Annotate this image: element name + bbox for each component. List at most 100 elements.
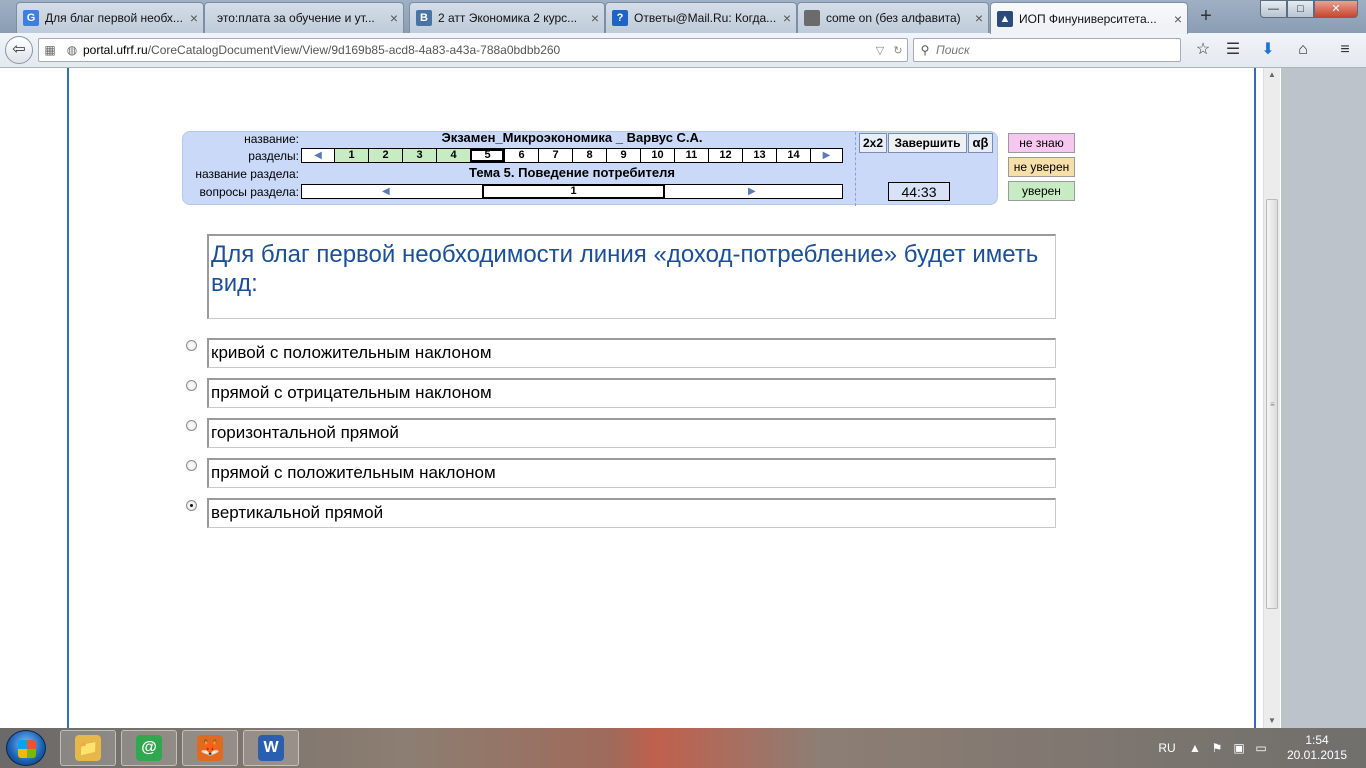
taskbar-app-explorer[interactable]: 📁 (60, 730, 116, 766)
section-button[interactable]: 12 (708, 149, 742, 162)
label-name: название: (244, 132, 299, 146)
sections-next-arrow-icon[interactable]: ▶ (810, 149, 842, 162)
language-indicator[interactable]: RU (1150, 741, 1184, 755)
browser-tab-strip: G Для благ первой необх... × это:плата за о… (0, 0, 1366, 34)
start-button[interactable] (6, 730, 46, 766)
answer-option[interactable]: горизонтальной прямой (207, 418, 1056, 448)
exam-timer: 44:33 (888, 182, 950, 201)
search-icon: ⚲ (920, 43, 930, 57)
url-text[interactable]: portal.ufrf.ru/CoreCatalogDocumentView/V… (83, 43, 871, 57)
clock-time: 1:54 (1305, 733, 1329, 747)
taskbar-app-firefox[interactable]: 🦊 (182, 730, 238, 766)
home-icon[interactable]: ⌂ (1292, 40, 1314, 60)
network-icon[interactable]: ⚑ (1206, 741, 1228, 755)
bookmark-star-icon[interactable]: ☆ (1192, 40, 1214, 60)
reading-list-icon[interactable]: ☰ (1222, 40, 1244, 60)
answer-radio[interactable] (186, 340, 197, 351)
browser-tab[interactable]: ? Ответы@Mail.Ru: Когда... × (605, 2, 797, 33)
dont-know-button[interactable]: не знаю (1008, 133, 1075, 153)
symbols-button[interactable]: αβ (968, 133, 993, 153)
browser-tab[interactable]: G Для благ первой необх... × (16, 2, 204, 33)
section-button[interactable]: 14 (776, 149, 810, 162)
bookmarks-sidebar-icon[interactable]: ▦ (39, 43, 61, 57)
back-arrow-icon: ⇦ (12, 41, 26, 58)
question-next-arrow-icon[interactable]: ▶ (748, 185, 756, 198)
tray-expand-icon[interactable]: ▲ (1184, 741, 1206, 755)
section-button[interactable]: 1 (334, 149, 368, 162)
browser-tab[interactable]: come on (без алфавита) × (797, 2, 989, 33)
tab-favicon-icon: B (416, 10, 432, 26)
section-button[interactable]: 6 (504, 149, 538, 162)
section-button[interactable]: 11 (674, 149, 708, 162)
calculator-button[interactable]: 2x2 (859, 133, 887, 153)
download-icon[interactable]: ⬇ (1257, 40, 1279, 60)
taskbar-app-word[interactable]: W (243, 730, 299, 766)
tab-title: ИОП Финуниверситета... (1019, 11, 1157, 26)
tab-close-icon[interactable]: × (778, 10, 796, 26)
answer-option[interactable]: прямой с положительным наклоном (207, 458, 1056, 488)
current-question-number[interactable]: 1 (482, 184, 665, 199)
window-background (1281, 68, 1366, 728)
tab-close-icon[interactable]: × (185, 10, 203, 26)
page-viewport: название: Экзамен_Микроэкономика _ Варву… (0, 68, 1366, 728)
browser-tab[interactable]: B 2 атт Экономика 2 курс... × (409, 2, 605, 33)
clock-date: 20.01.2015 (1286, 748, 1348, 762)
globe-icon: ◍ (66, 43, 78, 57)
question-prev-arrow-icon[interactable]: ◀ (382, 185, 390, 198)
tab-close-icon[interactable]: × (385, 10, 403, 26)
url-bar[interactable]: ▦ ◍ portal.ufrf.ru/CoreCatalogDocumentVi… (38, 38, 908, 62)
section-button[interactable]: 8 (572, 149, 606, 162)
tab-favicon-icon: ? (612, 10, 628, 26)
volume-icon[interactable]: ▭ (1250, 741, 1272, 755)
unsure-button[interactable]: не уверен (1008, 157, 1075, 177)
finish-button[interactable]: Завершить (888, 133, 967, 153)
answer-option[interactable]: вертикальной прямой (207, 498, 1056, 528)
action-center-icon[interactable]: ▣ (1228, 741, 1250, 755)
dropdown-arrow-icon[interactable]: ▽ (871, 44, 889, 57)
browser-tab[interactable]: это:плата за обучение и ут... × (204, 2, 404, 33)
menu-icon[interactable]: ≡ (1334, 40, 1356, 60)
section-button[interactable]: 2 (368, 149, 402, 162)
tab-close-icon[interactable]: × (1169, 11, 1187, 27)
tab-title: come on (без алфавита) (826, 11, 961, 25)
tab-title: это:плата за обучение и ут... (217, 11, 375, 25)
answer-radio[interactable] (186, 460, 197, 471)
system-clock[interactable]: 1:54 20.01.2015 (1280, 733, 1354, 763)
exam-title: Экзамен_Микроэкономика _ Варвус С.А. (441, 130, 703, 145)
header-divider (855, 132, 856, 206)
section-button[interactable]: 9 (606, 149, 640, 162)
taskbar-app-mail-agent[interactable]: @ (121, 730, 177, 766)
reload-icon[interactable]: ↻ (889, 44, 907, 57)
section-button[interactable]: 13 (742, 149, 776, 162)
section-questions-bar: ◀ 1 ▶ (301, 184, 843, 199)
answer-option[interactable]: прямой с отрицательным наклоном (207, 378, 1056, 408)
answer-option[interactable]: кривой с положительным наклоном (207, 338, 1056, 368)
section-button[interactable]: 3 (402, 149, 436, 162)
tab-close-icon[interactable]: × (586, 10, 604, 26)
sure-button[interactable]: уверен (1008, 181, 1075, 201)
scroll-down-arrow-icon[interactable]: ▼ (1264, 714, 1280, 728)
search-bar[interactable]: ⚲ Поиск (913, 38, 1181, 62)
tab-close-icon[interactable]: × (970, 10, 988, 26)
section-button[interactable]: 7 (538, 149, 572, 162)
minimize-button[interactable]: — (1260, 0, 1287, 18)
maximize-button[interactable]: □ (1287, 0, 1314, 18)
tab-favicon-icon (804, 10, 820, 26)
close-window-button[interactable]: ✕ (1314, 0, 1358, 18)
answer-radio[interactable] (186, 380, 197, 391)
url-host: portal.ufrf.ru (83, 43, 148, 57)
answer-radio[interactable] (186, 420, 197, 431)
answer-radio[interactable] (186, 500, 197, 511)
browser-tab[interactable]: ▲ ИОП Финуниверситета... × (990, 2, 1188, 34)
sections-prev-arrow-icon[interactable]: ◀ (302, 149, 334, 162)
section-button[interactable]: 4 (436, 149, 470, 162)
vertical-scrollbar[interactable]: ▲ ≡ ▼ (1263, 68, 1280, 728)
section-button[interactable]: 10 (640, 149, 674, 162)
back-button[interactable]: ⇦ (5, 36, 33, 64)
scroll-up-arrow-icon[interactable]: ▲ (1264, 68, 1280, 82)
section-button[interactable]: 5 (470, 149, 504, 162)
scroll-thumb[interactable]: ≡ (1266, 199, 1278, 609)
new-tab-button[interactable]: + (1196, 5, 1216, 27)
navigation-bar: ⇦ ▦ ◍ portal.ufrf.ru/CoreCatalogDocument… (0, 33, 1366, 68)
url-path: /CoreCatalogDocumentView/View/9d169b85-a… (147, 43, 561, 57)
